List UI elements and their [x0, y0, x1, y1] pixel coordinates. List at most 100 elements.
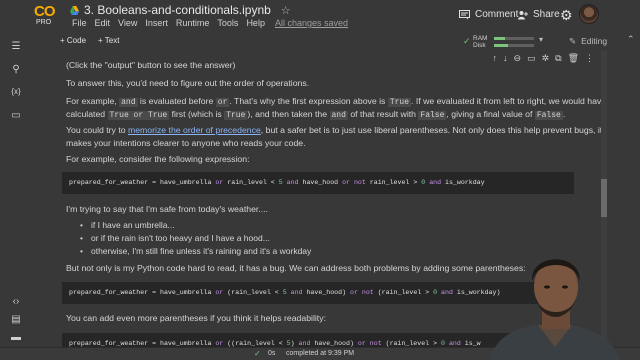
cell-toolbar: ↑ ↓ ⊖ ▭ ✲ ⧉ 🗑 ⋮ [493, 53, 594, 64]
code-token: have_hood) [302, 289, 350, 296]
inline-code: True [387, 98, 412, 107]
disk-meter-fill [494, 44, 508, 47]
code-token: ((rain_level < [223, 340, 287, 347]
editing-mode-button[interactable]: ✎ Editing [569, 36, 607, 47]
move-up-icon[interactable]: ↑ [493, 53, 498, 64]
notebook-title[interactable]: 3. Booleans-and-conditionals.ipynb [84, 3, 271, 17]
code-token: rain_level < [223, 179, 279, 186]
colab-window: CO PRO 3. Booleans-and-conditionals.ipyn… [0, 0, 640, 360]
code-token: rain_level > [365, 179, 422, 186]
menu-file[interactable]: File [68, 18, 91, 28]
logo-text: CO [34, 3, 55, 20]
code-token: have_hood) [310, 340, 358, 347]
code-token: prepared_for_weather = have_umbrella [69, 340, 216, 347]
text-precedence-line1: You could try to memorize the order of p… [66, 123, 602, 137]
code-keyword: and [286, 179, 299, 186]
header-bar: CO PRO 3. Booleans-and-conditionals.ipyn… [0, 0, 640, 33]
text-run: . If we evaluated it from left to right,… [411, 96, 604, 106]
inline-code: or [215, 98, 230, 107]
left-sidebar: ☰ ⚲ {x} ▭ ‹› ▤ ▬ [0, 33, 33, 360]
inline-code: True [224, 111, 248, 120]
settings-cell-icon[interactable]: ✲ [542, 53, 550, 64]
editing-label: Editing [581, 36, 608, 46]
link-icon[interactable]: ⊖ [514, 53, 522, 64]
connected-check-icon: ✓ [463, 36, 471, 46]
code-keyword: and [448, 340, 461, 347]
inline-code: and [329, 111, 348, 120]
code-keyword: and [441, 289, 453, 296]
search-icon[interactable]: ⚲ [8, 64, 24, 78]
text-order-operations: To answer this, you'd need to figure out… [66, 78, 310, 88]
more-icon[interactable]: ⋮ [585, 53, 594, 64]
comment-icon [459, 9, 470, 19]
runtime-resources[interactable]: RAM Disk [473, 35, 487, 49]
text-output-hint: (Click the "output" button to see the an… [66, 60, 236, 70]
text-bug: But not only is my Python code hard to r… [66, 263, 526, 273]
code-token: (rain_level > [381, 340, 442, 347]
text-run: . [562, 109, 566, 119]
text-run: first (which is [169, 109, 225, 119]
command-palette-icon[interactable]: ▤ [8, 314, 24, 328]
inline-code: and [119, 98, 138, 107]
menu-insert[interactable]: Insert [141, 18, 172, 28]
menu-runtime[interactable]: Runtime [172, 18, 214, 28]
save-status[interactable]: All changes saved [269, 18, 352, 28]
list-item: otherwise, I'm still fine unless it's ra… [80, 245, 311, 258]
precedence-link[interactable]: memorize the order of precedence [128, 125, 261, 135]
text-run: . That's why the first expression above … [229, 96, 388, 106]
files-icon[interactable]: ▭ [8, 110, 24, 124]
chevron-down-icon[interactable]: ▾ [539, 35, 543, 44]
star-icon[interactable]: ☆ [281, 4, 291, 17]
code-number: 0 [441, 340, 445, 347]
list-item: if I have an umbrella... [80, 219, 311, 232]
menu-tools[interactable]: Tools [213, 18, 242, 28]
code-number: 5 [278, 179, 283, 186]
avatar[interactable] [579, 4, 599, 24]
text-run: of that result with [347, 109, 419, 119]
webcam-presenter-overlay [490, 259, 620, 360]
text-run: calculated [66, 109, 108, 119]
share-icon [518, 10, 528, 19]
inline-code: False [534, 111, 563, 120]
notebook-title-row: 3. Booleans-and-conditionals.ipynb ☆ [70, 3, 291, 17]
colab-logo[interactable]: CO PRO [34, 3, 62, 27]
menu-edit[interactable]: Edit [91, 18, 115, 28]
code-cell-1[interactable]: prepared_for_weather = have_umbrella or … [62, 172, 574, 194]
comment-cell-icon[interactable]: ▭ [527, 53, 536, 64]
code-token: is_workday [441, 179, 485, 186]
code-snippets-icon[interactable]: ‹› [8, 296, 24, 310]
code-token: have_hood [298, 179, 343, 186]
text-run: is evaluated before [137, 96, 216, 106]
menu-bar: File Edit View Insert Runtime Tools Help… [68, 18, 352, 28]
menu-help[interactable]: Help [242, 18, 269, 28]
execution-status[interactable]: completed at 9:39 PM [286, 350, 354, 357]
code-number: 5 [282, 289, 287, 296]
delete-icon[interactable]: 🗑 [568, 53, 579, 64]
code-keyword: or [342, 179, 350, 186]
comment-button[interactable]: Comment [459, 9, 518, 20]
code-keyword: not [369, 340, 382, 347]
ram-meter-fill [494, 37, 506, 40]
scrollbar-thumb[interactable] [601, 179, 607, 217]
list-item: or if the rain isn't too heavy and I hav… [80, 232, 311, 245]
move-down-icon[interactable]: ↓ [503, 53, 508, 64]
table-of-contents-icon[interactable]: ☰ [8, 41, 24, 55]
menu-view[interactable]: View [114, 18, 141, 28]
terminal-icon[interactable]: ▬ [8, 332, 24, 346]
mirror-cell-icon[interactable]: ⧉ [555, 53, 561, 64]
chevron-up-icon[interactable]: ⌃ [627, 34, 635, 45]
text-run: , but a safer bet is to just use liberal… [260, 125, 603, 135]
code-keyword: and [298, 340, 311, 347]
text-run: , giving a final value of [446, 109, 535, 119]
add-code-button[interactable]: + Code [60, 36, 86, 45]
inline-code: False [418, 111, 447, 120]
drive-icon [70, 5, 79, 15]
share-button[interactable]: Share [518, 9, 560, 20]
code-token: prepared_for_weather = have_umbrella [69, 179, 216, 186]
gear-icon[interactable]: ⚙ [560, 7, 573, 24]
code-keyword: and [290, 289, 303, 296]
ram-label: RAM [473, 35, 488, 42]
code-keyword: not [353, 179, 366, 186]
add-text-button[interactable]: + Text [98, 36, 119, 45]
variables-icon[interactable]: {x} [8, 87, 24, 101]
